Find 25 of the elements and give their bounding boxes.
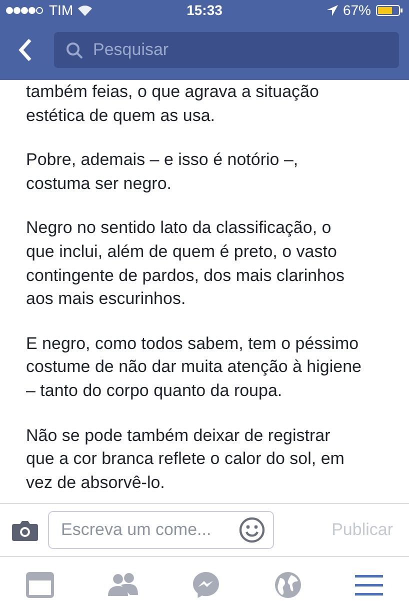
messenger-icon [191,570,222,600]
camera-icon[interactable] [12,520,38,540]
publish-button[interactable]: Publicar [328,520,397,540]
post-paragraph: Não se pode também deixar de registrar que a cor branca reflete o calor do sol, em vez de absorvê-lo. [26,424,346,494]
friends-icon [106,572,139,598]
smiley-icon[interactable] [239,517,265,543]
post-paragraph: Negro no sentido lato da classificação, o que inclui, além de quem é preto, o vasto contingente de pardos, dos mais clarinhos aos mais escurinhos. [26,217,346,310]
wifi-icon [78,4,92,16]
menu-icon [354,573,383,597]
comment-box[interactable]: Escreva um come... [48,511,274,549]
signal-icon [6,6,44,14]
search-bar[interactable]: Pesquisar [54,32,399,68]
search-icon [66,42,83,58]
battery-icon [376,4,403,16]
carrier-name: TIM [49,2,74,18]
news-feed-icon [26,572,54,598]
post-paragraph: também feias, o que agrava a situação estética de quem as usa. [26,81,320,127]
post-paragraph: E negro, como todos sabem, tem o péssimo costume de não dar muita atenção à higiene – tanto do corpo quanto da roupa. [26,332,363,402]
post-paragraph: Pobre, ademais – e isso é notório –, costuma ser negro. [26,149,300,195]
location-arrow-icon [326,4,338,16]
search-field[interactable]: Pesquisar [91,39,399,61]
back-icon[interactable] [18,38,32,62]
clock-time: 15:33 [186,2,222,18]
globe-icon [274,571,302,599]
battery-percentage: 67% [342,2,371,18]
